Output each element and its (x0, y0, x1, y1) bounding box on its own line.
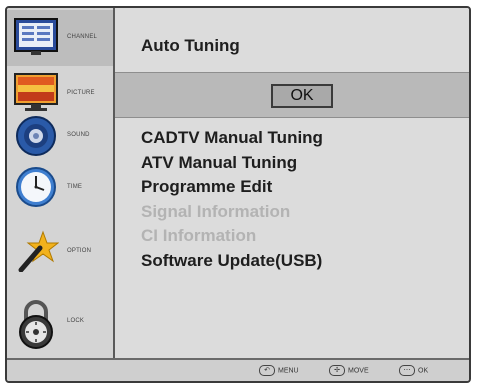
hint-ok-label: OK (418, 367, 429, 375)
menu-item-atv-manual-tuning[interactable]: ATV Manual Tuning (141, 153, 323, 178)
clock-icon (13, 166, 59, 208)
option-icon (13, 230, 60, 273)
hint-menu: ↶ MENU (259, 365, 299, 376)
menu-return-icon: ↶ (259, 365, 275, 376)
footer-hint-bar: ↶ MENU ✢ MOVE ⋯ OK (7, 358, 469, 381)
sound-icon (13, 114, 59, 156)
lock-icon (13, 300, 59, 349)
ok-key-icon: ⋯ (399, 365, 415, 376)
hint-move: ✢ MOVE (329, 365, 369, 376)
hint-ok: ⋯ OK (399, 365, 428, 376)
sidebar-item-label: PICTURE (67, 90, 95, 96)
menu-item-signal-information: Signal Information (141, 201, 291, 221)
menu-item-ci-information: CI Information (141, 226, 257, 245)
menu-item-software-update-usb[interactable]: Software Update(USB) (141, 251, 323, 276)
sidebar-item-label: CHANNEL (67, 34, 98, 40)
move-arrows-icon: ✢ (329, 365, 345, 376)
hint-menu-label: MENU (278, 367, 299, 375)
sidebar-item-label: SOUND (67, 132, 90, 138)
sidebar-item-time[interactable]: TIME (7, 160, 113, 216)
sidebar-item-label: TIME (67, 184, 83, 190)
tuning-menu: CADTV Manual Tuning ATV Manual Tuning Pr… (141, 128, 323, 275)
menu-item-programme-edit[interactable]: Programme Edit (141, 177, 323, 202)
hint-move-label: MOVE (348, 367, 369, 375)
main-panel: Auto Tuning OK CADTV Manual Tuning ATV M… (115, 8, 469, 358)
menu-item-cadtv-manual-tuning[interactable]: CADTV Manual Tuning (141, 128, 323, 153)
sidebar-item-channel[interactable]: CHANNEL (7, 10, 113, 66)
ok-button[interactable]: OK (271, 84, 333, 108)
tv-menu-frame: CHANNEL PICTURE SOUND TIME OPTION LOCK A… (5, 6, 471, 383)
sidebar-item-sound[interactable]: SOUND (7, 108, 113, 164)
channel-icon (13, 16, 59, 58)
sidebar-item-label: OPTION (67, 248, 92, 254)
ok-bar: OK (115, 72, 469, 118)
sidebar-item-option[interactable]: OPTION (7, 224, 113, 280)
sidebar-item-lock[interactable]: LOCK (7, 294, 113, 350)
sidebar: CHANNEL PICTURE SOUND TIME OPTION LOCK (7, 8, 113, 358)
menu-item-auto-tuning[interactable]: Auto Tuning (141, 36, 240, 56)
sidebar-item-label: LOCK (67, 318, 85, 324)
